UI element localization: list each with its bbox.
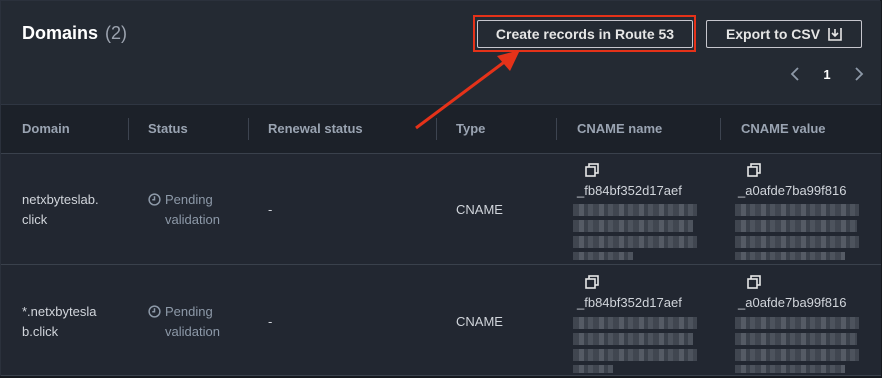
redacted-text: [735, 252, 845, 260]
table-header: Domain Status Renewal status Type CNAME …: [1, 104, 881, 154]
copy-icon[interactable]: [585, 163, 599, 177]
redacted-text: [735, 220, 857, 232]
status-text-line2: validation: [165, 212, 220, 227]
page-number[interactable]: 1: [823, 67, 830, 82]
redacted-text: [573, 252, 633, 260]
cname-value-text: _a0afde7ba99f816: [738, 183, 847, 198]
domains-panel: Domains (2) Create records in Route 53 E…: [0, 0, 881, 376]
domain-text-line1: netxbyteslab.: [22, 192, 99, 207]
status-cell: Pending validation: [148, 190, 220, 230]
download-icon: [828, 28, 842, 41]
table-row: *.netxbytesla b.click Pending validation…: [1, 265, 881, 376]
clock-icon: [148, 305, 161, 318]
title-text: Domains: [22, 23, 99, 43]
type-cell: CNAME: [456, 314, 503, 329]
domain-text-line2: click: [22, 212, 48, 227]
status-text-line1: Pending: [165, 304, 213, 319]
status-text-line2: validation: [165, 324, 220, 339]
redacted-text: [735, 349, 859, 361]
renewal-status-cell: -: [268, 202, 273, 217]
panel-header: Domains (2) Create records in Route 53 E…: [1, 1, 881, 104]
redacted-text: [573, 365, 613, 373]
type-cell: CNAME: [456, 202, 503, 217]
highlight-box: [473, 15, 696, 52]
column-divider[interactable]: [436, 118, 437, 140]
domain-cell: netxbyteslab. click: [22, 190, 99, 230]
export-csv-label: Export to CSV: [725, 26, 821, 42]
copy-icon[interactable]: [585, 275, 599, 289]
redacted-text: [573, 317, 697, 329]
redacted-text: [573, 333, 693, 345]
redacted-text: [735, 317, 859, 329]
redacted-text: [735, 365, 845, 373]
redacted-text: [735, 236, 859, 248]
status-cell: Pending validation: [148, 302, 220, 342]
column-type[interactable]: Type: [456, 105, 485, 153]
export-csv-button[interactable]: Export to CSV: [706, 20, 862, 48]
column-divider[interactable]: [720, 118, 721, 140]
pagination: 1: [789, 65, 865, 83]
redacted-text: [573, 220, 693, 232]
copy-icon[interactable]: [747, 163, 761, 177]
redacted-text: [735, 333, 857, 345]
column-renewal-status[interactable]: Renewal status: [268, 105, 363, 153]
table-row: netxbyteslab. click Pending validation -…: [1, 154, 881, 265]
column-domain[interactable]: Domain: [22, 105, 70, 153]
domain-text-line1: *.netxbytesla: [22, 304, 97, 319]
clock-icon: [148, 193, 161, 206]
copy-icon[interactable]: [747, 275, 761, 289]
redacted-text: [573, 349, 697, 361]
chevron-left-icon[interactable]: [789, 66, 801, 82]
column-divider[interactable]: [556, 118, 557, 140]
cname-name-text: _fb84bf352d17aef: [577, 183, 682, 198]
column-divider[interactable]: [248, 118, 249, 140]
chevron-right-icon[interactable]: [853, 66, 865, 82]
domain-cell: *.netxbytesla b.click: [22, 302, 96, 342]
redacted-text: [573, 236, 697, 248]
column-cname-name[interactable]: CNAME name: [577, 105, 662, 153]
cname-name-text: _fb84bf352d17aef: [577, 295, 682, 310]
column-cname-value[interactable]: CNAME value: [741, 105, 826, 153]
redacted-text: [735, 204, 859, 216]
renewal-status-cell: -: [268, 314, 273, 329]
redacted-text: [573, 204, 697, 216]
domain-text-line2: b.click: [22, 324, 59, 339]
panel-title: Domains (2): [22, 23, 127, 44]
cname-value-text: _a0afde7ba99f816: [738, 295, 847, 310]
status-text-line1: Pending: [165, 192, 213, 207]
column-divider[interactable]: [128, 118, 129, 140]
title-count: (2): [105, 23, 128, 43]
column-status[interactable]: Status: [148, 105, 188, 153]
